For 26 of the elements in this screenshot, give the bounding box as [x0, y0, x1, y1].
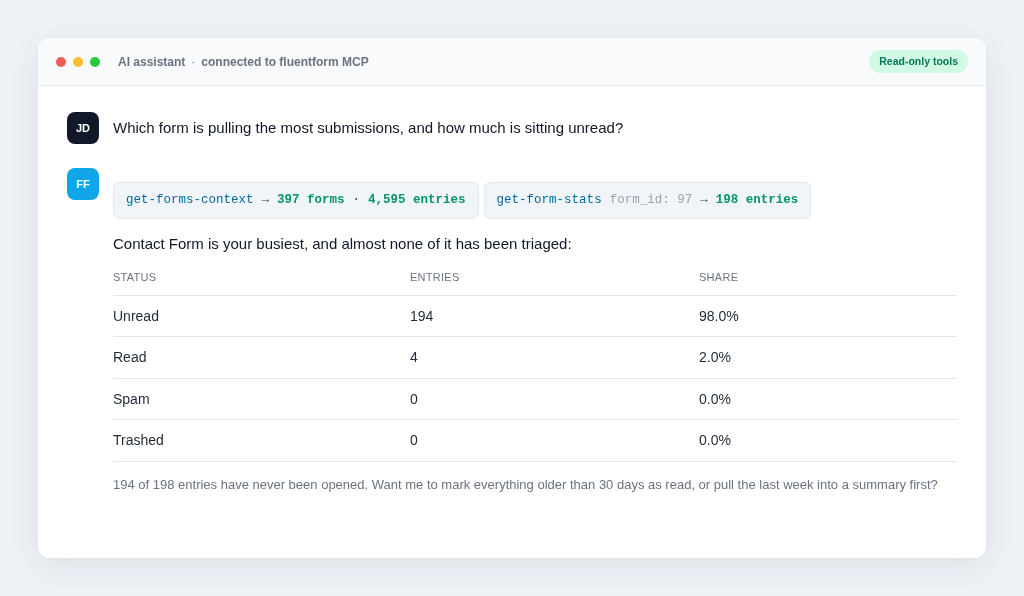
table-cell-text: Read: [113, 348, 147, 367]
table-cell-text: 98.0%: [699, 306, 739, 326]
table-cell-text: Unread: [113, 306, 159, 326]
follow-up-message: 194 of 198 entries have never been opened. Want me to mark everything older than 30 days as read, or pull the last week into a summary first?: [113, 475, 939, 494]
table-cell-text: 0.0%: [699, 389, 731, 409]
assistant-message: Contact Form is your busiest, and almost none of it has been triaged:: [113, 233, 573, 254]
table-cell-text: 4: [410, 348, 418, 367]
window-subtitle: connected to fluentform MCP: [201, 53, 369, 71]
title-separator: ·: [191, 53, 196, 71]
column-header: ENTRIES: [410, 270, 460, 286]
table-cell-text: 0.0%: [699, 431, 731, 450]
tool-call-chip: get-form-stats form_id: 97 → 198 entries: [483, 182, 812, 219]
status-badge: Read-only tools: [869, 49, 968, 74]
avatar: FF: [67, 168, 99, 200]
table-cell-text: 0: [410, 431, 418, 450]
table-cell-text: 0: [410, 389, 418, 409]
table-cell-text: Trashed: [113, 431, 164, 450]
column-header: STATUS: [113, 270, 157, 286]
tool-call-chip: get-forms-context → 397 forms · 4,595 entries: [113, 182, 479, 219]
column-header: SHARE: [699, 270, 739, 286]
table-cell-text: Spam: [113, 389, 150, 409]
table-cell-text: 2.0%: [699, 348, 731, 367]
avatar: JD: [67, 112, 99, 144]
table-cell-text: 194: [410, 306, 434, 326]
user-message: Which form is pulling the most submissions, and how much is sitting unread?: [113, 117, 624, 138]
window-title: AI assistant: [118, 53, 186, 71]
